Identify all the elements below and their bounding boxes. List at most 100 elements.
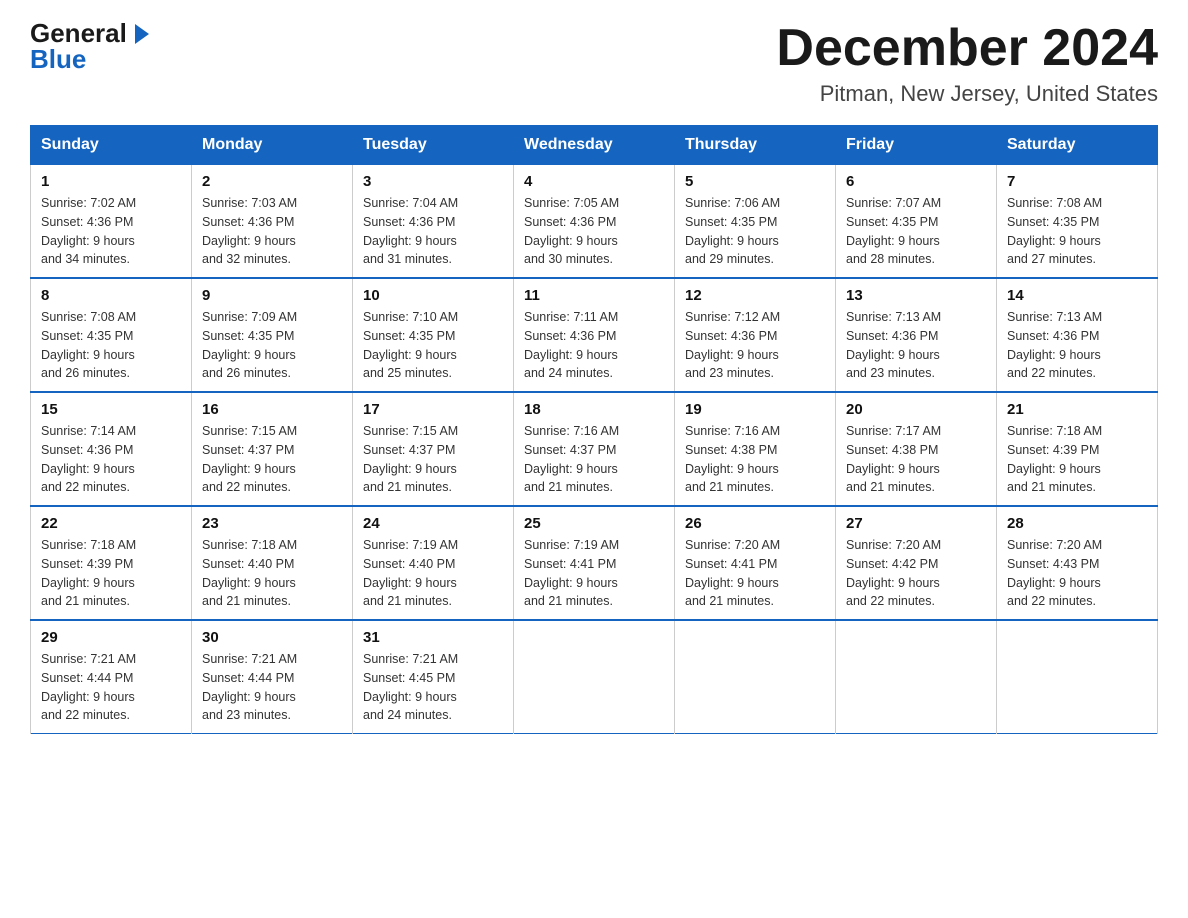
table-row: 26 Sunrise: 7:20 AMSunset: 4:41 PMDayligh… bbox=[675, 506, 836, 620]
day-number: 5 bbox=[685, 173, 825, 190]
day-number: 7 bbox=[1007, 173, 1147, 190]
day-number: 23 bbox=[202, 515, 342, 532]
table-row: 8Sunrise: 7:08 AMSunset: 4:35 PMDaylight… bbox=[31, 278, 192, 392]
table-row: 5 Sunrise: 7:06 AMSunset: 4:35 PMDaylight… bbox=[675, 165, 836, 279]
table-row: 6Sunrise: 7:07 AMSunset: 4:35 PMDaylight… bbox=[836, 165, 997, 279]
table-row bbox=[836, 620, 997, 734]
title-section: December 2024 Pitman, New Jersey, United… bbox=[776, 20, 1158, 107]
day-number: 22 bbox=[41, 515, 181, 532]
day-info: Sunrise: 7:20 AMSunset: 4:41 PMDaylight:… bbox=[685, 536, 825, 611]
day-number: 29 bbox=[41, 629, 181, 646]
table-row: 11 Sunrise: 7:11 AMSunset: 4:36 PMDayligh… bbox=[514, 278, 675, 392]
table-row: 13 Sunrise: 7:13 AMSunset: 4:36 PMDayligh… bbox=[836, 278, 997, 392]
day-number: 26 bbox=[685, 515, 825, 532]
day-number: 24 bbox=[363, 515, 503, 532]
day-info: Sunrise: 7:19 AMSunset: 4:40 PMDaylight:… bbox=[363, 536, 503, 611]
header-tuesday: Tuesday bbox=[353, 126, 514, 165]
day-number: 20 bbox=[846, 401, 986, 418]
day-info: Sunrise: 7:18 AMSunset: 4:39 PMDaylight:… bbox=[1007, 422, 1147, 497]
day-number: 30 bbox=[202, 629, 342, 646]
day-number: 21 bbox=[1007, 401, 1147, 418]
day-info: Sunrise: 7:21 AMSunset: 4:44 PMDaylight:… bbox=[202, 650, 342, 725]
day-number: 2 bbox=[202, 173, 342, 190]
table-row: 27 Sunrise: 7:20 AMSunset: 4:42 PMDayligh… bbox=[836, 506, 997, 620]
header-thursday: Thursday bbox=[675, 126, 836, 165]
table-row: 3 Sunrise: 7:04 AMSunset: 4:36 PMDaylight… bbox=[353, 165, 514, 279]
table-row: 17Sunrise: 7:15 AMSunset: 4:37 PMDayligh… bbox=[353, 392, 514, 506]
table-row: 16 Sunrise: 7:15 AMSunset: 4:37 PMDayligh… bbox=[192, 392, 353, 506]
day-info: Sunrise: 7:06 AMSunset: 4:35 PMDaylight:… bbox=[685, 194, 825, 269]
day-info: Sunrise: 7:13 AMSunset: 4:36 PMDaylight:… bbox=[846, 308, 986, 383]
day-number: 31 bbox=[363, 629, 503, 646]
table-row: 30 Sunrise: 7:21 AMSunset: 4:44 PMDayligh… bbox=[192, 620, 353, 734]
day-info: Sunrise: 7:05 AMSunset: 4:36 PMDaylight:… bbox=[524, 194, 664, 269]
day-number: 1 bbox=[41, 173, 181, 190]
day-info: Sunrise: 7:04 AMSunset: 4:36 PMDaylight:… bbox=[363, 194, 503, 269]
header-friday: Friday bbox=[836, 126, 997, 165]
logo-blue: Blue bbox=[30, 44, 86, 74]
day-info: Sunrise: 7:02 AMSunset: 4:36 PMDaylight:… bbox=[41, 194, 181, 269]
calendar-body: 1 Sunrise: 7:02 AMSunset: 4:36 PMDaylight… bbox=[31, 165, 1158, 734]
day-info: Sunrise: 7:19 AMSunset: 4:41 PMDaylight:… bbox=[524, 536, 664, 611]
table-row: 14Sunrise: 7:13 AMSunset: 4:36 PMDayligh… bbox=[997, 278, 1158, 392]
day-info: Sunrise: 7:15 AMSunset: 4:37 PMDaylight:… bbox=[202, 422, 342, 497]
day-info: Sunrise: 7:11 AMSunset: 4:36 PMDaylight:… bbox=[524, 308, 664, 383]
table-row: 19Sunrise: 7:16 AMSunset: 4:38 PMDayligh… bbox=[675, 392, 836, 506]
day-info: Sunrise: 7:20 AMSunset: 4:43 PMDaylight:… bbox=[1007, 536, 1147, 611]
day-info: Sunrise: 7:20 AMSunset: 4:42 PMDaylight:… bbox=[846, 536, 986, 611]
table-row: 15Sunrise: 7:14 AMSunset: 4:36 PMDayligh… bbox=[31, 392, 192, 506]
day-number: 28 bbox=[1007, 515, 1147, 532]
table-row: 25 Sunrise: 7:19 AMSunset: 4:41 PMDayligh… bbox=[514, 506, 675, 620]
day-info: Sunrise: 7:17 AMSunset: 4:38 PMDaylight:… bbox=[846, 422, 986, 497]
day-info: Sunrise: 7:18 AMSunset: 4:39 PMDaylight:… bbox=[41, 536, 181, 611]
day-info: Sunrise: 7:09 AMSunset: 4:35 PMDaylight:… bbox=[202, 308, 342, 383]
table-row: 9 Sunrise: 7:09 AMSunset: 4:35 PMDaylight… bbox=[192, 278, 353, 392]
table-row bbox=[997, 620, 1158, 734]
table-row: 22 Sunrise: 7:18 AMSunset: 4:39 PMDayligh… bbox=[31, 506, 192, 620]
day-info: Sunrise: 7:10 AMSunset: 4:35 PMDaylight:… bbox=[363, 308, 503, 383]
day-info: Sunrise: 7:13 AMSunset: 4:36 PMDaylight:… bbox=[1007, 308, 1147, 383]
day-info: Sunrise: 7:14 AMSunset: 4:36 PMDaylight:… bbox=[41, 422, 181, 497]
day-info: Sunrise: 7:08 AMSunset: 4:35 PMDaylight:… bbox=[41, 308, 181, 383]
calendar-table: Sunday Monday Tuesday Wednesday Thursday… bbox=[30, 125, 1158, 734]
day-number: 12 bbox=[685, 287, 825, 304]
day-info: Sunrise: 7:18 AMSunset: 4:40 PMDaylight:… bbox=[202, 536, 342, 611]
header-wednesday: Wednesday bbox=[514, 126, 675, 165]
table-row: 28 Sunrise: 7:20 AMSunset: 4:43 PMDayligh… bbox=[997, 506, 1158, 620]
table-row: 20 Sunrise: 7:17 AMSunset: 4:38 PMDayligh… bbox=[836, 392, 997, 506]
day-number: 27 bbox=[846, 515, 986, 532]
table-row: 18Sunrise: 7:16 AMSunset: 4:37 PMDayligh… bbox=[514, 392, 675, 506]
day-number: 11 bbox=[524, 287, 664, 304]
day-info: Sunrise: 7:16 AMSunset: 4:38 PMDaylight:… bbox=[685, 422, 825, 497]
table-row: 29 Sunrise: 7:21 AMSunset: 4:44 PMDayligh… bbox=[31, 620, 192, 734]
table-row: 23 Sunrise: 7:18 AMSunset: 4:40 PMDayligh… bbox=[192, 506, 353, 620]
table-row: 1 Sunrise: 7:02 AMSunset: 4:36 PMDaylight… bbox=[31, 165, 192, 279]
day-number: 3 bbox=[363, 173, 503, 190]
header-monday: Monday bbox=[192, 126, 353, 165]
day-number: 4 bbox=[524, 173, 664, 190]
table-row: 24 Sunrise: 7:19 AMSunset: 4:40 PMDayligh… bbox=[353, 506, 514, 620]
header-sunday: Sunday bbox=[31, 126, 192, 165]
day-info: Sunrise: 7:21 AMSunset: 4:44 PMDaylight:… bbox=[41, 650, 181, 725]
table-row: 12 Sunrise: 7:12 AMSunset: 4:36 PMDayligh… bbox=[675, 278, 836, 392]
logo-general: General bbox=[30, 20, 127, 46]
logo: General Blue bbox=[30, 20, 149, 73]
day-number: 10 bbox=[363, 287, 503, 304]
day-number: 13 bbox=[846, 287, 986, 304]
logo-triangle-icon bbox=[135, 24, 149, 44]
day-number: 16 bbox=[202, 401, 342, 418]
day-info: Sunrise: 7:03 AMSunset: 4:36 PMDaylight:… bbox=[202, 194, 342, 269]
table-row bbox=[675, 620, 836, 734]
table-row: 10 Sunrise: 7:10 AMSunset: 4:35 PMDayligh… bbox=[353, 278, 514, 392]
day-number: 9 bbox=[202, 287, 342, 304]
day-number: 25 bbox=[524, 515, 664, 532]
header-saturday: Saturday bbox=[997, 126, 1158, 165]
day-info: Sunrise: 7:07 AMSunset: 4:35 PMDaylight:… bbox=[846, 194, 986, 269]
day-info: Sunrise: 7:16 AMSunset: 4:37 PMDaylight:… bbox=[524, 422, 664, 497]
table-row: 31 Sunrise: 7:21 AMSunset: 4:45 PMDayligh… bbox=[353, 620, 514, 734]
table-row bbox=[514, 620, 675, 734]
day-info: Sunrise: 7:12 AMSunset: 4:36 PMDaylight:… bbox=[685, 308, 825, 383]
month-title: December 2024 bbox=[776, 20, 1158, 77]
page-header: General Blue December 2024 Pitman, New J… bbox=[30, 20, 1158, 107]
day-info: Sunrise: 7:21 AMSunset: 4:45 PMDaylight:… bbox=[363, 650, 503, 725]
